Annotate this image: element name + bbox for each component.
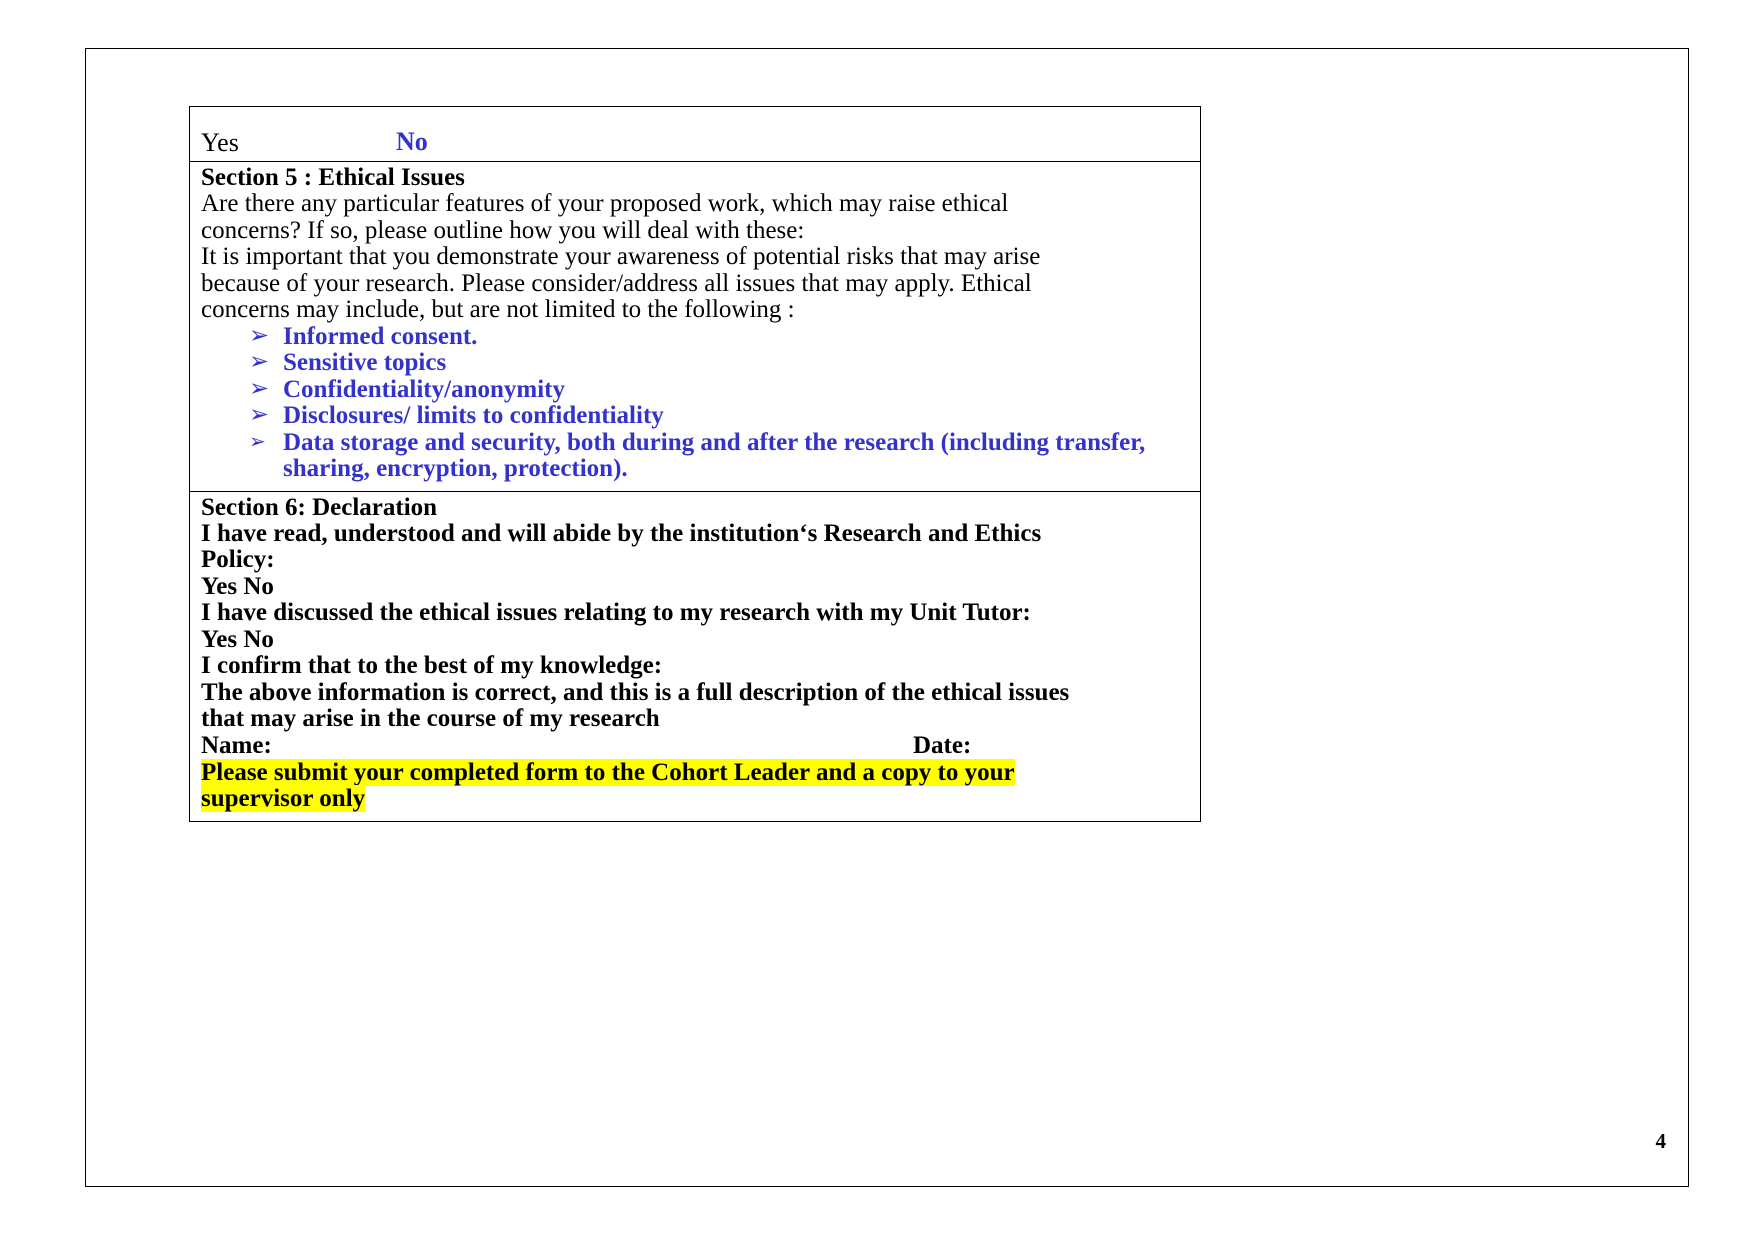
declaration-statement-1: I have read, understood and will abide b… (201, 519, 1042, 573)
section-6-row: Section 6: Declaration I have read, unde… (190, 492, 1200, 822)
list-item: ➢ Confidentiality/anonymity (201, 375, 1200, 404)
list-item-label: Sensitive topics (283, 349, 447, 376)
list-item: ➢ Disclosures/ limits to confidentiality (201, 402, 1200, 430)
declaration-statement-3: I confirm that to the best of my knowled… (201, 652, 663, 679)
date-field-label[interactable]: Date: (913, 732, 971, 760)
declaration-statement-2: I have discussed the ethical issues rela… (201, 599, 1031, 626)
list-item-label: Informed consent. (283, 322, 478, 350)
arrow-bullet-icon: ➢ (249, 322, 270, 349)
name-date-row: Name: Date: (201, 732, 1200, 760)
section-6-heading: Section 6: Declaration (201, 493, 438, 521)
yes-option-label[interactable]: Yes (201, 130, 239, 156)
submission-instruction-highlighted: Please submit your completed form to the… (201, 758, 1015, 812)
arrow-bullet-icon: ➢ (249, 349, 270, 375)
section-5-heading: Section 5 : Ethical Issues (201, 164, 465, 191)
no-option-label[interactable]: No (396, 129, 428, 155)
list-item-label: Data storage and security, both during a… (283, 428, 1146, 482)
declaration-yes-no-2[interactable]: Yes No (201, 626, 1200, 654)
declaration-yes-no-1[interactable]: Yes No (201, 573, 1200, 601)
section-5-paragraph-1: Are there any particular features of you… (201, 190, 1009, 244)
section-5-row: Section 5 : Ethical Issues Are there any… (190, 162, 1200, 492)
list-item-label: Disclosures/ limits to confidentiality (283, 402, 664, 429)
submission-instruction: Please submit your completed form to the… (201, 758, 1081, 813)
section-5-paragraph-2: It is important that you demonstrate you… (201, 243, 1041, 323)
name-field-label[interactable]: Name: (201, 732, 272, 759)
ethics-form-table: Yes No Section 5 : Ethical Issues Are th… (189, 106, 1201, 822)
list-item-label: Confidentiality/anonymity (283, 375, 565, 403)
arrow-bullet-icon: ➢ (249, 375, 270, 402)
declaration-statement-4: The above information is correct, and th… (201, 678, 1070, 732)
list-item: ➢ Data storage and security, both during… (201, 428, 1200, 483)
arrow-bullet-icon: ➢ (249, 430, 266, 453)
yes-no-header-row: Yes No (190, 107, 1200, 162)
page-number: 4 (1655, 1129, 1667, 1153)
ethical-concerns-list: ➢ Informed consent. ➢ Sensitive topics ➢… (201, 322, 1200, 483)
slide-page-frame: Yes No Section 5 : Ethical Issues Are th… (85, 48, 1689, 1187)
list-item: ➢ Informed consent. (201, 322, 1200, 351)
list-item: ➢ Sensitive topics (201, 349, 1200, 377)
arrow-bullet-icon: ➢ (249, 402, 270, 428)
